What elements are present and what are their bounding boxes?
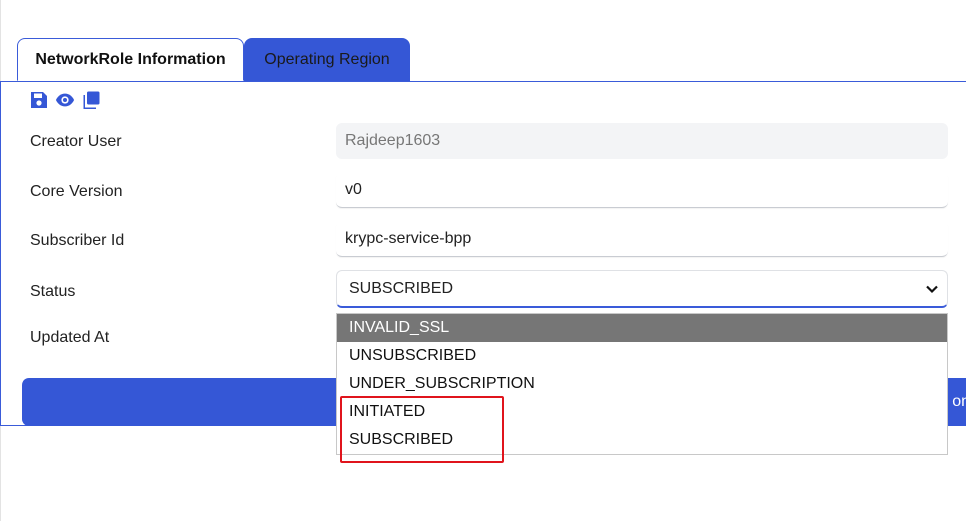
status-option-unsubscribed[interactable]: UNSUBSCRIBED	[337, 342, 947, 370]
creator-user-field: Rajdeep1603	[336, 123, 948, 159]
subscriber-id-label: Subscriber Id	[30, 232, 125, 249]
annotation-highlight-box	[340, 396, 504, 463]
creator-user-label: Creator User	[30, 133, 122, 150]
tab-networkrole-information[interactable]: NetworkRole Information	[17, 38, 244, 81]
subscriber-id-input[interactable]: krypc-service-bpp	[336, 221, 948, 257]
chevron-down-icon	[926, 285, 938, 293]
status-select[interactable]: SUBSCRIBED	[336, 270, 948, 308]
tab-bar: NetworkRole Information Operating Region	[0, 0, 966, 82]
tab-operating-region[interactable]: Operating Region	[244, 38, 410, 81]
updated-at-label: Updated At	[30, 329, 110, 346]
core-version-label: Core Version	[30, 183, 123, 200]
submit-button-label: on	[952, 393, 966, 410]
status-option-under-subscription[interactable]: UNDER_SUBSCRIPTION	[337, 370, 947, 398]
status-label: Status	[30, 283, 76, 300]
status-select-value: SUBSCRIBED	[349, 279, 454, 297]
view-icon[interactable]	[55, 90, 75, 110]
status-option-invalid-ssl[interactable]: INVALID_SSL	[337, 314, 947, 342]
save-icon[interactable]	[29, 90, 49, 110]
toolbar	[29, 89, 101, 111]
core-version-input[interactable]: v0	[336, 172, 948, 208]
copy-icon[interactable]	[81, 90, 101, 110]
